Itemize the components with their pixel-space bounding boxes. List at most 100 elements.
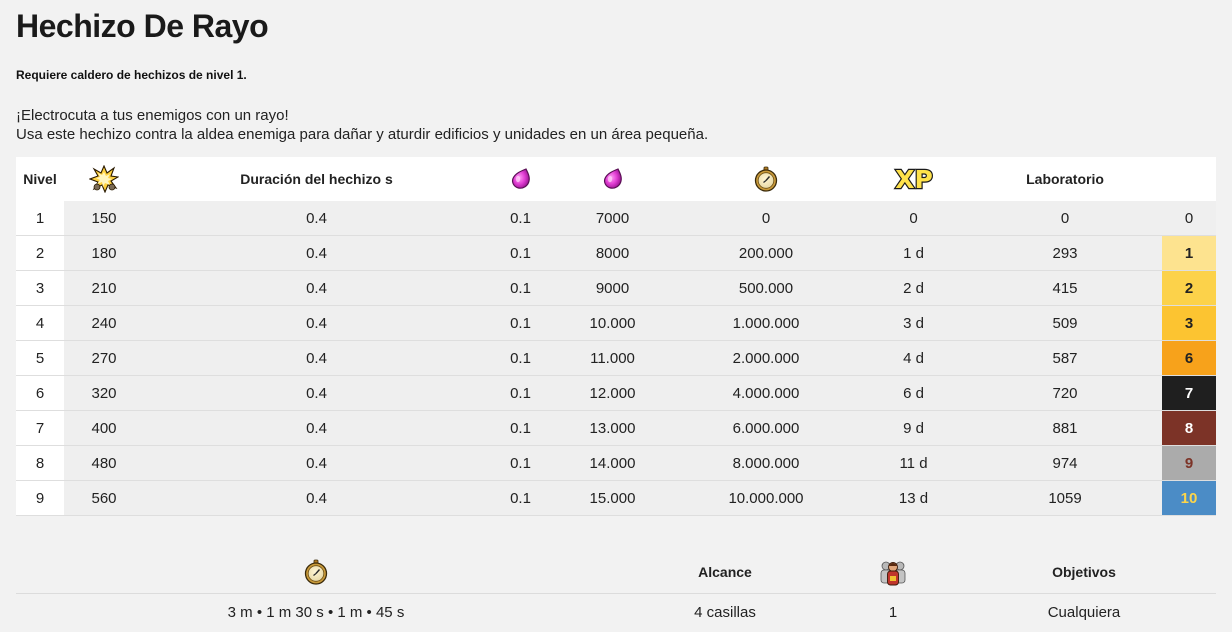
header-xp: XP bbox=[859, 157, 968, 201]
cell-upgrade-cost: 1.000.000 bbox=[673, 305, 859, 341]
stats-header-row: Nivel Duración del hechizo s XP Laborato… bbox=[16, 157, 1216, 201]
description-line-1: ¡Electrocuta a tus enemigos con un rayo! bbox=[16, 107, 289, 124]
cell-upgrade-cost: 0 bbox=[673, 201, 859, 236]
cell-level: 2 bbox=[16, 235, 64, 271]
info-table: Alcance Objetivos 3 m • 1 m 30 s • 1 m •… bbox=[16, 550, 1216, 630]
table-row: 4 240 0.4 0.1 10.000 1.000.000 3 d 509 3 bbox=[16, 305, 1216, 341]
header-laboratory: Laboratorio bbox=[968, 157, 1162, 201]
cooldown-value: 3 m • 1 m 30 s • 1 m • 45 s bbox=[227, 603, 405, 621]
lab-level-badge: 0 bbox=[1162, 201, 1216, 236]
cell-duration: 0.4 bbox=[144, 410, 489, 446]
info-header-range: Alcance bbox=[616, 550, 834, 594]
explosion-icon bbox=[89, 165, 119, 193]
cell-upgrade-cost: 4.000.000 bbox=[673, 375, 859, 411]
cell-xp: 720 bbox=[968, 375, 1162, 411]
header-time bbox=[673, 157, 859, 201]
lab-level-badge: 2 bbox=[1162, 270, 1216, 306]
cell-radius: 0.1 bbox=[489, 270, 552, 306]
cell-upgrade-cost: 8.000.000 bbox=[673, 445, 859, 481]
header-lab-level bbox=[1162, 157, 1216, 201]
cell-duration: 0.4 bbox=[144, 375, 489, 411]
cell-time: 0 bbox=[859, 201, 968, 236]
cell-damage: 400 bbox=[64, 410, 144, 446]
cell-upgrade-cost: 10.000.000 bbox=[673, 480, 859, 516]
stats-table: Nivel Duración del hechizo s XP Laborato… bbox=[16, 157, 1216, 516]
description-line-2: Usa este hechizo contra la aldea enemiga… bbox=[16, 126, 709, 143]
cell-radius: 0.1 bbox=[489, 375, 552, 411]
cell-xp: 0 bbox=[968, 201, 1162, 236]
cell-level: 3 bbox=[16, 270, 64, 306]
cell-xp: 974 bbox=[968, 445, 1162, 481]
cell-level: 7 bbox=[16, 410, 64, 446]
cell-damage: 210 bbox=[64, 270, 144, 306]
cell-damage: 180 bbox=[64, 235, 144, 271]
lab-level-badge: 9 bbox=[1162, 445, 1216, 481]
info-header-targets: Objetivos bbox=[952, 550, 1216, 594]
table-row: 1 150 0.4 0.1 7000 0 0 0 0 bbox=[16, 201, 1216, 236]
table-row: 7 400 0.4 0.1 13.000 6.000.000 9 d 881 8 bbox=[16, 410, 1216, 446]
cell-upgrade-cost: 500.000 bbox=[673, 270, 859, 306]
elixir-drop-icon bbox=[509, 167, 533, 191]
cell-radius: 0.1 bbox=[489, 445, 552, 481]
lab-level-badge: 10 bbox=[1162, 480, 1216, 516]
table-row: 5 270 0.4 0.1 11.000 2.000.000 4 d 587 6 bbox=[16, 340, 1216, 376]
cell-cost: 8000 bbox=[552, 235, 673, 271]
table-row: 3 210 0.4 0.1 9000 500.000 2 d 415 2 bbox=[16, 270, 1216, 306]
cell-radius: 0.1 bbox=[489, 340, 552, 376]
header-elixir-2 bbox=[552, 157, 673, 201]
header-duration: Duración del hechizo s bbox=[144, 157, 489, 201]
cell-xp: 587 bbox=[968, 340, 1162, 376]
cell-level: 9 bbox=[16, 480, 64, 516]
table-row: 9 560 0.4 0.1 15.000 10.000.000 13 d 1059 10 bbox=[16, 480, 1216, 516]
cell-radius: 0.1 bbox=[489, 305, 552, 341]
housing-space-icon bbox=[880, 561, 906, 585]
cell-damage: 270 bbox=[64, 340, 144, 376]
cell-damage: 480 bbox=[64, 445, 144, 481]
cell-cost: 14.000 bbox=[552, 445, 673, 481]
info-header-cooldown bbox=[16, 550, 616, 594]
lab-level-badge: 3 bbox=[1162, 305, 1216, 341]
lab-level-badge: 7 bbox=[1162, 375, 1216, 411]
cell-cost: 12.000 bbox=[552, 375, 673, 411]
cell-xp: 415 bbox=[968, 270, 1162, 306]
housing-value: 1 bbox=[888, 603, 898, 621]
cell-cost: 10.000 bbox=[552, 305, 673, 341]
cell-duration: 0.4 bbox=[144, 201, 489, 236]
cell-cost: 15.000 bbox=[552, 480, 673, 516]
lab-level-badge: 1 bbox=[1162, 235, 1216, 271]
cell-upgrade-cost: 2.000.000 bbox=[673, 340, 859, 376]
page: Hechizo De Rayo Requiere caldero de hech… bbox=[0, 0, 1232, 632]
cell-level: 1 bbox=[16, 201, 64, 236]
cell-xp: 1059 bbox=[968, 480, 1162, 516]
cell-time: 3 d bbox=[859, 305, 968, 341]
stopwatch-icon bbox=[303, 559, 329, 585]
header-damage bbox=[64, 157, 144, 201]
stats-body: 1 150 0.4 0.1 7000 0 0 0 0 2 180 0.4 0.1 8000 200.000 1… bbox=[16, 201, 1216, 516]
cell-duration: 0.4 bbox=[144, 340, 489, 376]
range-value: 4 casillas bbox=[694, 603, 756, 621]
cell-damage: 240 bbox=[64, 305, 144, 341]
cell-upgrade-cost: 200.000 bbox=[673, 235, 859, 271]
cell-level: 4 bbox=[16, 305, 64, 341]
cell-time: 2 d bbox=[859, 270, 968, 306]
table-row: 2 180 0.4 0.1 8000 200.000 1 d 293 1 bbox=[16, 235, 1216, 271]
cell-damage: 320 bbox=[64, 375, 144, 411]
cell-damage: 560 bbox=[64, 480, 144, 516]
cell-time: 9 d bbox=[859, 410, 968, 446]
cell-cost: 13.000 bbox=[552, 410, 673, 446]
svg-text:XP: XP bbox=[895, 165, 933, 194]
header-level: Nivel bbox=[16, 157, 64, 201]
description: ¡Electrocuta a tus enemigos con un rayo!… bbox=[16, 106, 708, 144]
stopwatch-icon bbox=[753, 166, 779, 192]
cell-duration: 0.4 bbox=[144, 445, 489, 481]
cell-time: 4 d bbox=[859, 340, 968, 376]
cell-time: 6 d bbox=[859, 375, 968, 411]
cell-radius: 0.1 bbox=[489, 201, 552, 236]
page-title: Hechizo De Rayo bbox=[16, 8, 269, 44]
cell-duration: 0.4 bbox=[144, 270, 489, 306]
requirement-text: Requiere caldero de hechizos de nivel 1. bbox=[16, 68, 247, 82]
xp-icon: XP bbox=[893, 164, 933, 194]
cell-time: 13 d bbox=[859, 480, 968, 516]
cell-xp: 293 bbox=[968, 235, 1162, 271]
cell-cost: 7000 bbox=[552, 201, 673, 236]
